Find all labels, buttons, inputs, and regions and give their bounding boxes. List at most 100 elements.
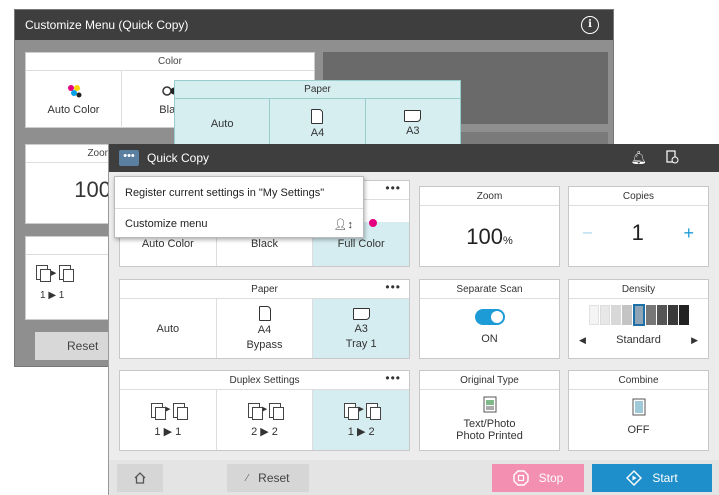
separate-scan-header: Separate Scan xyxy=(420,280,559,299)
back-duplex-icon: ▶ xyxy=(26,255,119,282)
duplex-1to1-label: 1 ▶ 1 xyxy=(154,425,182,438)
duplex-2to2-option[interactable]: ▶ 2 ▶ 2 xyxy=(217,390,314,450)
text-photo-icon xyxy=(483,396,496,413)
density-increase-button[interactable]: ▶ xyxy=(691,335,698,346)
start-label: Start xyxy=(652,471,678,485)
more-menu-button[interactable]: ••• xyxy=(119,150,139,166)
customize-user-icon: 👤︎↕ xyxy=(333,219,353,231)
paper-tray1-label: Tray 1 xyxy=(345,337,377,350)
full-color-label: Full Color xyxy=(337,238,385,250)
stop-button[interactable]: Stop xyxy=(492,464,584,492)
color-more-button[interactable]: ••• xyxy=(385,179,401,198)
duplex-1to1-option[interactable]: ▶ 1 ▶ 1 xyxy=(120,390,217,450)
original-type-card[interactable]: Original Type Text/Photo Photo Printed xyxy=(419,370,560,451)
back-color-header: Color xyxy=(26,53,314,71)
auto-color-label: Auto Color xyxy=(141,238,194,250)
back-zoom-value: 100 xyxy=(74,177,111,202)
combine-card[interactable]: Combine OFF xyxy=(568,370,709,451)
back-paper-a3[interactable]: A3 xyxy=(366,99,460,148)
landscape-paper-icon xyxy=(352,307,370,320)
duplex-to-duplex-icon: ▶ xyxy=(247,402,285,420)
back-paper-header: Paper xyxy=(175,81,460,99)
back-paper-auto[interactable]: Auto xyxy=(175,99,271,148)
density-header: Density xyxy=(569,280,708,299)
back-paper-popup: Paper Auto A4 A3 xyxy=(174,80,461,148)
paper-auto-label: Auto xyxy=(156,322,180,335)
start-icon xyxy=(626,470,643,486)
simplex-to-simplex-icon: ▶ xyxy=(151,402,188,420)
density-selected-level[interactable] xyxy=(632,304,645,326)
combine-header: Combine xyxy=(569,371,708,390)
copies-card: Copies – 1 + xyxy=(568,186,709,267)
original-type-header: Original Type xyxy=(420,371,559,390)
reset-label: Reset xyxy=(258,471,290,485)
portrait-paper-icon xyxy=(258,306,271,321)
auto-color-icon xyxy=(67,84,81,97)
paper-a4-bypass-option[interactable]: A4 Bypass xyxy=(217,299,314,358)
copies-plus-button[interactable]: + xyxy=(683,223,694,244)
copies-header: Copies xyxy=(569,187,708,206)
back-auto-color-label: Auto Color xyxy=(47,103,100,116)
zoom-header: Zoom xyxy=(420,187,559,206)
density-card[interactable]: Density ◀ Standard ▶ xyxy=(568,279,709,359)
black-label: Black xyxy=(251,238,278,250)
back-duplex-panel: ▶ 1 ▶ 1 xyxy=(25,236,120,320)
copies-minus-button[interactable]: – xyxy=(583,224,592,242)
customize-menu-label: Customize menu xyxy=(125,218,208,230)
back-zoom-panel: Zoom 100 xyxy=(25,144,120,224)
original-type-line2: Photo Printed xyxy=(456,430,523,442)
quick-copy-title-bar: ••• Quick Copy 🔔︎ xyxy=(109,144,719,172)
paper-header-label: Paper xyxy=(251,284,278,295)
back-auto-color-option[interactable]: Auto Color xyxy=(26,71,122,128)
stop-icon xyxy=(512,470,529,486)
device-status-icon[interactable] xyxy=(665,150,679,167)
eraser-icon: ⁄ xyxy=(246,472,249,484)
register-my-settings-item[interactable]: Register current settings in "My Setting… xyxy=(115,177,363,208)
paper-bypass-label: Bypass xyxy=(246,339,283,351)
zoom-value: 100 xyxy=(466,224,503,249)
customize-menu-title-bar: Customize Menu (Quick Copy) i xyxy=(15,10,613,40)
home-icon xyxy=(134,472,146,484)
back-paper-auto-label: Auto xyxy=(210,117,234,130)
customize-menu-item[interactable]: Customize menu 👤︎↕ xyxy=(115,208,363,239)
reset-button[interactable]: ⁄ Reset xyxy=(227,464,309,492)
portrait-paper-icon xyxy=(311,108,324,124)
paper-header: Paper ••• xyxy=(120,280,409,299)
home-button[interactable] xyxy=(117,464,163,492)
landscape-paper-icon xyxy=(404,110,422,122)
back-zoom-header: Zoom xyxy=(26,145,119,163)
simplex-to-duplex-icon: ▶ xyxy=(344,402,381,420)
separate-scan-card[interactable]: Separate Scan ON xyxy=(419,279,560,359)
bell-icon[interactable]: 🔔︎ xyxy=(630,150,647,166)
original-type-line1: Text/Photo xyxy=(463,418,516,430)
density-decrease-button[interactable]: ◀ xyxy=(579,335,586,346)
quick-copy-title: Quick Copy xyxy=(147,151,210,165)
paper-auto-option[interactable]: Auto xyxy=(120,299,217,358)
density-value: Standard xyxy=(616,334,661,346)
customize-menu-title: Customize Menu (Quick Copy) xyxy=(25,18,189,32)
duplex-card: Duplex Settings ••• ▶ 1 ▶ 1 ▶ 2 ▶ 2 ▶ 1 ▶… xyxy=(119,370,410,451)
back-duplex-value: 1 ▶ 1 xyxy=(40,290,65,301)
start-button[interactable]: Start xyxy=(592,464,712,492)
duplex-2to2-label: 2 ▶ 2 xyxy=(251,425,278,438)
zoom-unit: % xyxy=(502,235,513,247)
zoom-card[interactable]: Zoom 100% xyxy=(419,186,560,267)
combine-value: OFF xyxy=(627,424,650,436)
separate-scan-toggle[interactable] xyxy=(474,309,505,325)
paper-card: Paper ••• Auto A4 Bypass A3 Tray 1 xyxy=(119,279,410,359)
paper-a3-tray1-option[interactable]: A3 Tray 1 xyxy=(313,299,410,358)
back-paper-a4-label: A4 xyxy=(310,126,325,139)
duplex-1to2-option[interactable]: ▶ 1 ▶ 2 xyxy=(313,390,410,450)
paper-a3-label: A3 xyxy=(354,322,368,335)
density-scale[interactable] xyxy=(569,299,708,326)
paper-more-button[interactable]: ••• xyxy=(385,278,401,297)
bottom-action-bar: ⁄ Reset Stop Start xyxy=(109,460,719,495)
back-paper-a4[interactable]: A4 xyxy=(270,99,366,148)
copies-value[interactable]: 1 xyxy=(632,220,644,246)
register-my-settings-label: Register current settings in "My Setting… xyxy=(125,186,325,199)
duplex-more-button[interactable]: ••• xyxy=(385,369,401,388)
combine-page-icon xyxy=(632,398,645,416)
stop-label: Stop xyxy=(538,471,564,485)
info-icon[interactable]: i xyxy=(581,16,599,34)
full-color-icon xyxy=(369,219,378,227)
